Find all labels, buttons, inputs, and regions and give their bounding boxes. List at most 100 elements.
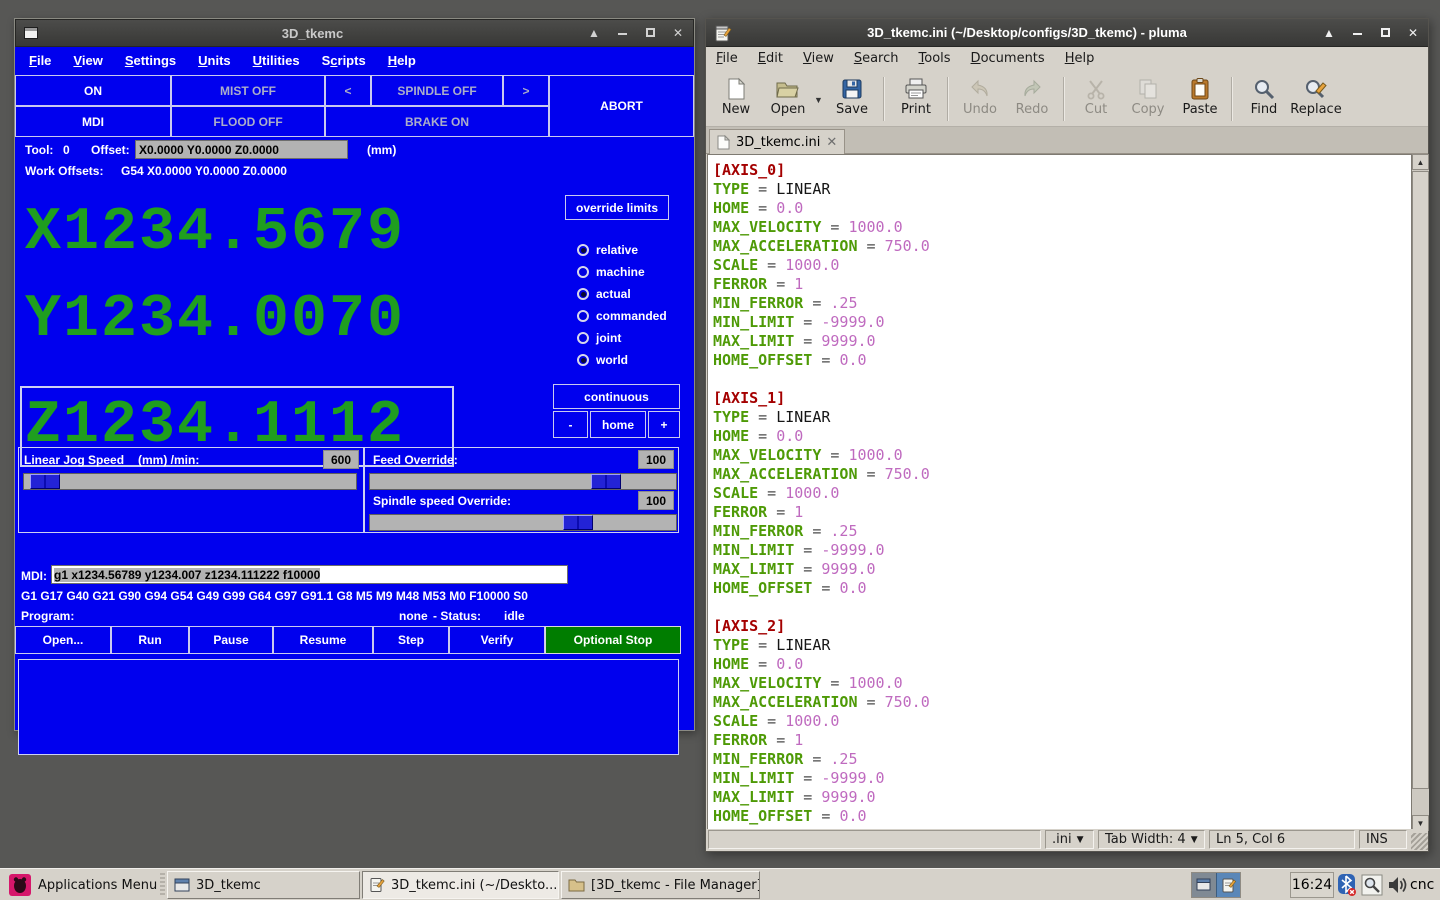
pluma-titlebar[interactable]: 3D_tkemc.ini (~/Desktop/configs/3D_tkemc… — [706, 19, 1428, 47]
bluetooth-icon[interactable] — [1336, 873, 1358, 897]
override-limits-button[interactable]: override limits — [565, 195, 669, 220]
run-button[interactable]: Run — [111, 626, 189, 654]
verify-button[interactable]: Verify — [449, 626, 545, 654]
message-area[interactable] — [18, 659, 679, 755]
tab-3d-tkemc-ini[interactable]: 3D_tkemc.ini ✕ — [709, 129, 845, 154]
optional-stop-button[interactable]: Optional Stop — [545, 626, 681, 654]
tool-offset-entry[interactable]: X0.0000 Y0.0000 Z0.0000 — [135, 140, 348, 159]
radio-relative[interactable]: relative — [577, 239, 667, 261]
workspace-1[interactable] — [1192, 873, 1216, 897]
pluma-menu-search[interactable]: Search — [854, 51, 899, 66]
machine-on-button[interactable]: ON — [15, 75, 171, 106]
jog-plus-button[interactable]: + — [648, 411, 680, 438]
jog-mode-continuous-button[interactable]: continuous — [553, 384, 680, 409]
open-button[interactable]: Open... — [15, 626, 111, 654]
toolbar-replace-button[interactable]: Replace — [1290, 73, 1342, 117]
toolbar-find-button[interactable]: Find — [1238, 73, 1290, 117]
ini-entry-line: MAX_LIMIT = 9999.0 — [713, 788, 930, 807]
radio-commanded[interactable]: commanded — [577, 305, 667, 327]
ini-entry-line: FERROR = 1 — [713, 503, 930, 522]
mist-button[interactable]: MIST OFF — [171, 75, 325, 106]
feed-override-slider[interactable] — [369, 473, 677, 490]
flood-button[interactable]: FLOOD OFF — [171, 106, 325, 137]
volume-icon[interactable] — [1386, 873, 1410, 897]
radio-machine[interactable]: machine — [577, 261, 667, 283]
pluma-menu-help[interactable]: Help — [1065, 51, 1095, 66]
radio-world[interactable]: world — [577, 349, 667, 371]
radio-actual[interactable]: actual — [577, 283, 667, 305]
magnifier-tray-icon[interactable] — [1361, 874, 1383, 896]
brake-button[interactable]: BRAKE ON — [325, 106, 549, 137]
toolbar-separator — [1063, 77, 1065, 121]
panel-handle[interactable] — [160, 873, 165, 897]
document-icon — [717, 135, 730, 150]
tab-close-icon[interactable]: ✕ — [826, 135, 837, 150]
filetype-dropdown[interactable]: .ini▼ — [1045, 830, 1094, 849]
spindle-button[interactable]: SPINDLE OFF — [371, 75, 503, 106]
applications-menu-button[interactable]: Applications Menu — [2, 871, 163, 899]
jog-minus-button[interactable]: - — [553, 411, 588, 438]
workspace-pager[interactable] — [1191, 872, 1241, 898]
task-button-label: [3D_tkemc - File Manager] — [591, 878, 760, 893]
pause-button[interactable]: Pause — [189, 626, 273, 654]
toolbar-open-button[interactable]: Open — [762, 73, 814, 117]
maximize-icon[interactable] — [643, 26, 657, 40]
clock[interactable]: 16:24 — [1290, 872, 1334, 898]
spindle-decrease-button[interactable]: < — [325, 75, 371, 106]
pluma-statusbar: .ini▼ Tab Width: 4▼ Ln 5, Col 6 INS — [706, 829, 1428, 850]
abort-button[interactable]: ABORT — [549, 75, 694, 137]
redo-arrow-icon — [1019, 76, 1045, 102]
scroll-up-icon[interactable]: ▲ — [1412, 154, 1429, 170]
pluma-menu-documents[interactable]: Documents — [971, 51, 1045, 66]
toolbar-print-button[interactable]: Print — [890, 73, 942, 117]
open-dropdown-caret[interactable]: ▼ — [814, 95, 826, 105]
toolbar-new-button[interactable]: New — [710, 73, 762, 117]
task-button-3d-tkemc[interactable]: 3D_tkemc — [167, 871, 360, 899]
close-icon[interactable]: ✕ — [1406, 26, 1420, 40]
jog-speed-slider[interactable] — [23, 473, 357, 490]
ini-section-header: [AXIS_1] — [713, 389, 930, 408]
minimize-icon[interactable] — [615, 26, 629, 40]
close-icon[interactable]: ✕ — [671, 26, 685, 40]
tab-strip: 3D_tkemc.ini ✕ — [706, 127, 1428, 154]
resume-button[interactable]: Resume — [273, 626, 373, 654]
resize-grip[interactable] — [1411, 833, 1428, 850]
minimize-icon[interactable] — [1350, 26, 1364, 40]
maximize-icon[interactable] — [1378, 26, 1392, 40]
task-button-3d-tkemc-ini-deskto[interactable]: 3D_tkemc.ini (~/Deskto... — [362, 871, 559, 899]
shade-icon[interactable]: ▲ — [1322, 26, 1336, 40]
ini-entry-line: MIN_LIMIT = -9999.0 — [713, 313, 930, 332]
active-g-codes: G1 G17 G40 G21 G90 G94 G54 G49 G99 G64 G… — [21, 589, 528, 603]
task-button-label: 3D_tkemc — [196, 878, 261, 893]
ini-section-header: [AXIS_0] — [713, 161, 930, 180]
spindle-override-slider[interactable] — [369, 514, 677, 531]
tkemc-titlebar[interactable]: 3D_tkemc ▲ ✕ — [15, 19, 694, 47]
jog-speed-label: Linear Jog Speed — [24, 453, 124, 467]
workspace-2-active[interactable] — [1216, 873, 1240, 897]
ini-entry-line: MAX_LIMIT = 9999.0 — [713, 332, 930, 351]
chevron-down-icon: ▼ — [1191, 835, 1198, 845]
mdi-input[interactable]: g1 x1234.56789 y1234.007 z1234.111222 f1… — [51, 565, 568, 584]
pluma-menu-tools[interactable]: Tools — [919, 51, 951, 66]
radio-indicator — [577, 266, 589, 278]
spindle-increase-button[interactable]: > — [503, 75, 549, 106]
mode-mdi-button[interactable]: MDI — [15, 106, 171, 137]
pluma-menu-edit[interactable]: Edit — [758, 51, 783, 66]
step-button[interactable]: Step — [373, 626, 449, 654]
home-button[interactable]: home — [590, 411, 646, 438]
toolbar-paste-button[interactable]: Paste — [1174, 73, 1226, 117]
pluma-menu-view[interactable]: View — [803, 51, 834, 66]
pluma-window: 3D_tkemc.ini (~/Desktop/configs/3D_tkemc… — [705, 18, 1429, 852]
tkemc-window: 3D_tkemc ▲ ✕ FileViewSettingsUnitsUtilit… — [14, 18, 695, 731]
editor-scrollbar[interactable]: ▲ ▼ — [1412, 154, 1429, 831]
pluma-menu-file[interactable]: File — [716, 51, 738, 66]
text-editor-area[interactable]: [AXIS_0]TYPE = LINEARHOME = 0.0MAX_VELOC… — [707, 154, 1412, 831]
ini-entry-line: TYPE = LINEAR — [713, 636, 930, 655]
shade-icon[interactable]: ▲ — [587, 26, 601, 40]
toolbar-save-button[interactable]: Save — [826, 73, 878, 117]
scrollbar-thumb[interactable] — [1412, 171, 1429, 789]
ini-entry-line: HOME_OFFSET = 0.0 — [713, 807, 930, 826]
radio-joint[interactable]: joint — [577, 327, 667, 349]
task-button-3d-tkemc-file-manager[interactable]: [3D_tkemc - File Manager] — [561, 871, 760, 899]
tab-width-dropdown[interactable]: Tab Width: 4▼ — [1098, 830, 1205, 849]
